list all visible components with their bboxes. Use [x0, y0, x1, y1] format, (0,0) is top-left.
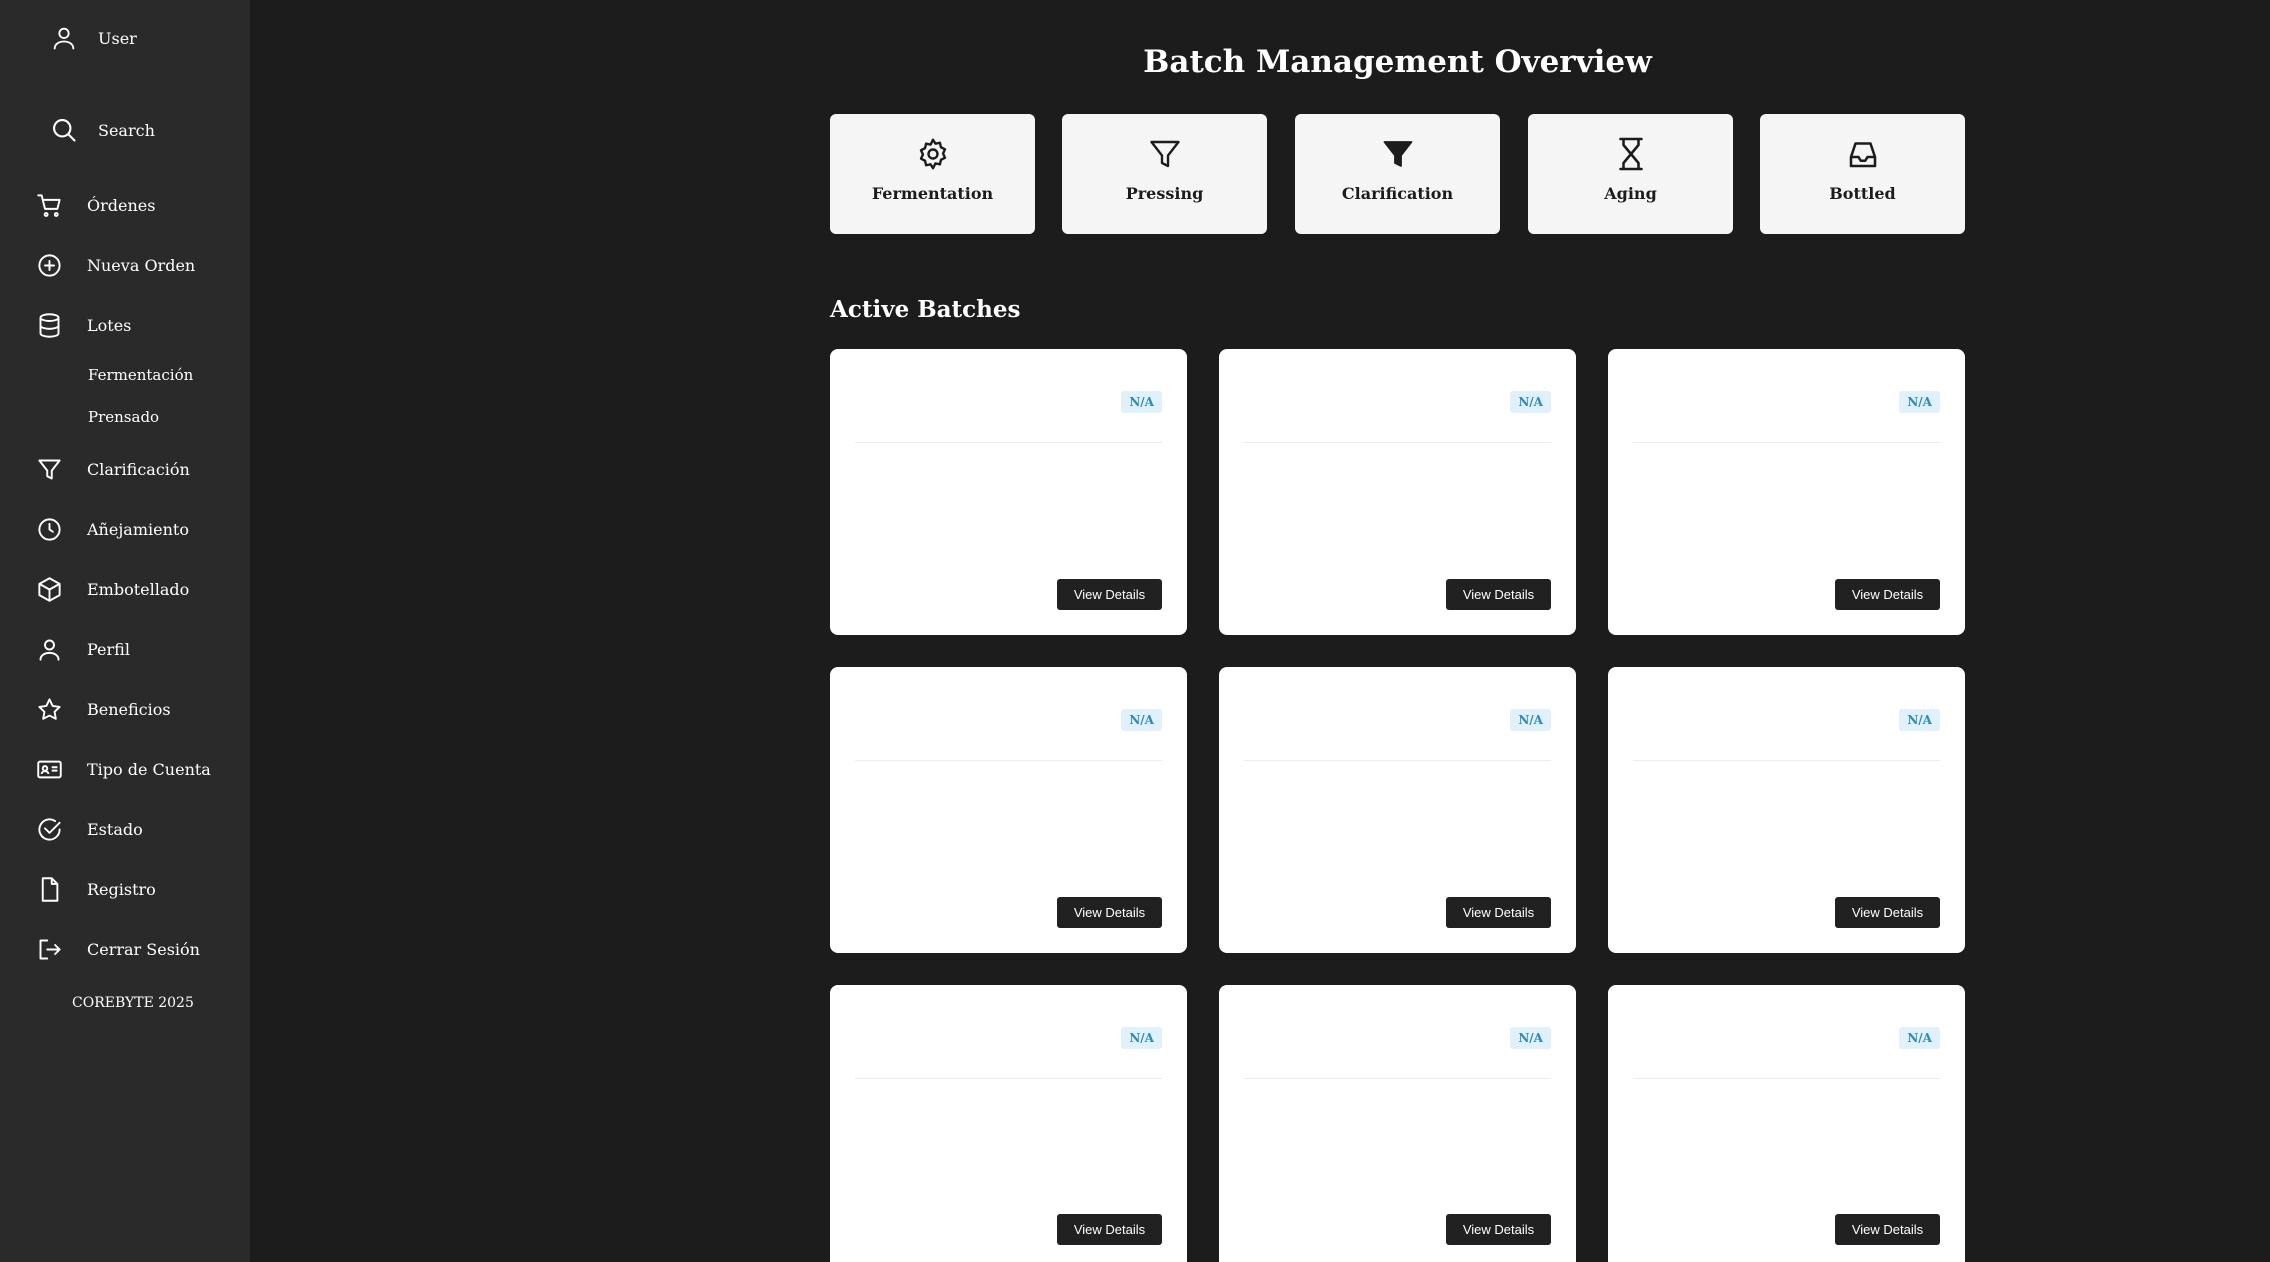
- user-icon: [39, 639, 60, 661]
- batch-card: N/A View Details: [1608, 985, 1965, 1262]
- batch-card: N/A View Details: [1608, 667, 1965, 953]
- sidebar-item-beneficios[interactable]: Beneficios: [36, 696, 171, 723]
- hourglass-icon: [1618, 137, 1643, 171]
- sidebar-item-lotes[interactable]: Lotes: [36, 312, 131, 339]
- sidebar-item-label: Lotes: [87, 316, 132, 335]
- status-badge: N/A: [1510, 1027, 1551, 1049]
- footer-copyright: COREBYTE 2025: [72, 995, 194, 1011]
- sidebar-item-label: Órdenes: [87, 196, 156, 215]
- sidebar-item-perfil[interactable]: Perfil: [36, 636, 130, 663]
- view-details-button[interactable]: View Details: [1835, 579, 1940, 610]
- stage-label: Pressing: [1125, 184, 1204, 203]
- sidebar-item-cerrar-sesion[interactable]: Cerrar Sesión: [36, 936, 200, 963]
- view-details-button[interactable]: View Details: [1835, 897, 1940, 928]
- stage-card-bottled[interactable]: Bottled: [1760, 114, 1965, 234]
- batch-card: N/A View Details: [1219, 667, 1576, 953]
- sidebar-item-label: Beneficios: [87, 700, 171, 719]
- divider: [855, 1078, 1162, 1079]
- view-details-button[interactable]: View Details: [1835, 1214, 1940, 1245]
- sidebar-item-nueva-orden[interactable]: Nueva Orden: [36, 252, 195, 279]
- divider: [1244, 760, 1551, 761]
- logout-icon: [39, 939, 61, 960]
- view-details-button[interactable]: View Details: [1057, 1214, 1162, 1245]
- sidebar-item-label: Registro: [87, 880, 156, 899]
- sidebar-item-label: Nueva Orden: [87, 256, 196, 275]
- status-badge: N/A: [1121, 1027, 1162, 1049]
- filter-outline-icon: [1149, 140, 1180, 168]
- user-icon: [53, 27, 75, 50]
- status-badge: N/A: [1510, 391, 1551, 413]
- stage-card-aging[interactable]: Aging: [1528, 114, 1733, 234]
- status-badge: N/A: [1510, 709, 1551, 731]
- page-title: Batch Management Overview: [1143, 44, 1652, 80]
- inbox-icon: [1849, 142, 1876, 168]
- divider: [1633, 442, 1940, 443]
- section-title-active-batches: Active Batches: [830, 296, 1021, 323]
- status-badge: N/A: [1899, 1027, 1940, 1049]
- divider: [1633, 1078, 1940, 1079]
- batch-card: N/A View Details: [1219, 985, 1576, 1262]
- view-details-button[interactable]: View Details: [1446, 579, 1551, 610]
- filter-icon: [38, 459, 61, 480]
- status-badge: N/A: [1899, 709, 1940, 731]
- sidebar-item-label: Cerrar Sesión: [87, 940, 200, 959]
- view-details-button[interactable]: View Details: [1446, 897, 1551, 928]
- sidebar-item-label: Estado: [87, 820, 143, 839]
- divider: [1244, 1078, 1551, 1079]
- batch-card: N/A View Details: [1219, 349, 1576, 635]
- sidebar-item-label: Añejamiento: [87, 520, 189, 539]
- gear-icon: [919, 138, 946, 170]
- sidebar-item-anejamiento[interactable]: Añejamiento: [36, 516, 189, 543]
- box-icon: [38, 577, 61, 602]
- stage-label: Aging: [1604, 184, 1657, 203]
- cart-icon: [37, 194, 61, 217]
- search-icon: [53, 119, 76, 142]
- stage-card-pressing[interactable]: Pressing: [1062, 114, 1267, 234]
- sidebar-item-clarificacion[interactable]: Clarificación: [36, 456, 190, 483]
- user-label: User: [98, 28, 137, 48]
- sidebar-item-label: Tipo de Cuenta: [87, 760, 211, 779]
- search-label: Search: [98, 120, 155, 140]
- stage-label: Fermentation: [871, 184, 994, 203]
- filter-filled-icon: [1383, 141, 1412, 167]
- plus-circle-icon: [38, 254, 61, 277]
- sidebar-item-label: Perfil: [87, 640, 130, 659]
- clock-icon: [38, 518, 61, 541]
- sidebar-item-embotellado[interactable]: Embotellado: [36, 576, 189, 603]
- id-card-icon: [37, 760, 62, 779]
- sidebar-item-tipo-de-cuenta[interactable]: Tipo de Cuenta: [36, 756, 211, 783]
- divider: [1633, 760, 1940, 761]
- sidebar-item-label: Clarificación: [87, 460, 190, 479]
- star-icon: [38, 698, 61, 720]
- view-details-button[interactable]: View Details: [1057, 579, 1162, 610]
- sidebar-subitem-prensado[interactable]: Prensado: [88, 408, 159, 426]
- batch-card: N/A View Details: [830, 985, 1187, 1262]
- status-badge: N/A: [1899, 391, 1940, 413]
- view-details-button[interactable]: View Details: [1057, 897, 1162, 928]
- stage-label: Bottled: [1829, 184, 1896, 203]
- stage-card-clarification[interactable]: Clarification: [1295, 114, 1500, 234]
- sidebar-item-ordenes[interactable]: Órdenes: [36, 192, 155, 219]
- status-badge: N/A: [1121, 709, 1162, 731]
- stage-card-fermentation[interactable]: Fermentation: [830, 114, 1035, 234]
- search-button[interactable]: Search: [50, 116, 155, 144]
- sidebar-item-label: Embotellado: [87, 580, 190, 599]
- sidebar-item-registro[interactable]: Registro: [36, 876, 156, 903]
- batch-card: N/A View Details: [830, 349, 1187, 635]
- check-circle-icon: [38, 818, 61, 841]
- user-menu[interactable]: User: [50, 24, 137, 52]
- stage-label: Clarification: [1341, 184, 1454, 203]
- file-icon: [41, 877, 59, 902]
- sidebar: User Search Órdenes Nueva Orden Lotes Fe…: [0, 0, 250, 1262]
- view-details-button[interactable]: View Details: [1446, 1214, 1551, 1245]
- sidebar-item-estado[interactable]: Estado: [36, 816, 143, 843]
- database-icon: [39, 313, 60, 338]
- divider: [1244, 442, 1551, 443]
- divider: [855, 442, 1162, 443]
- batch-card: N/A View Details: [830, 667, 1187, 953]
- status-badge: N/A: [1121, 391, 1162, 413]
- batch-card: N/A View Details: [1608, 349, 1965, 635]
- sidebar-subitem-fermentacion[interactable]: Fermentación: [88, 366, 193, 384]
- divider: [855, 760, 1162, 761]
